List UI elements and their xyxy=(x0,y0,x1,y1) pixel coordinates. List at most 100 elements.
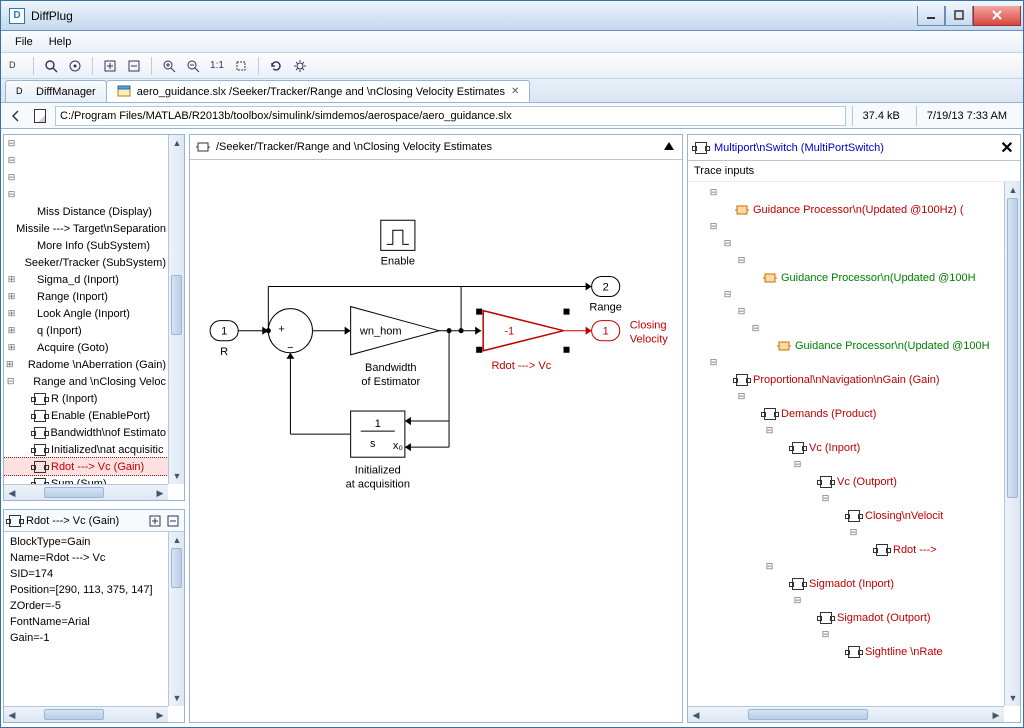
zoom-reset-icon[interactable]: 1:1 xyxy=(208,57,226,75)
menu-file[interactable]: File xyxy=(7,33,41,51)
minimize-button[interactable] xyxy=(917,6,945,26)
twisty-icon[interactable]: ⊟ xyxy=(6,376,15,387)
trace-item[interactable]: ⊟ xyxy=(688,592,1004,609)
model-tree[interactable]: ⊟⊟⊟⊟Miss Distance (Display)Missile ---> … xyxy=(4,135,168,484)
prop-row[interactable]: Name=Rdot ---> Vc xyxy=(4,550,168,566)
expand-icon[interactable] xyxy=(101,57,119,75)
tree-item[interactable]: R (Inport) xyxy=(4,390,168,407)
back-icon[interactable] xyxy=(7,107,25,125)
prop-row[interactable]: Gain=-1 xyxy=(4,630,168,646)
twisty-icon[interactable]: ⊟ xyxy=(708,187,719,198)
trace-item[interactable]: ⊟ xyxy=(688,252,1004,269)
trace-item[interactable]: Rdot ---> xyxy=(688,541,1004,558)
twisty-icon[interactable]: ⊟ xyxy=(6,138,17,149)
trace-tree[interactable]: ⊟ Guidance Processor\n(Updated @100Hz) ( ⊟… xyxy=(688,182,1004,706)
tree-item[interactable]: Enable (EnablePort) xyxy=(4,407,168,424)
prop-row[interactable]: ZOrder=-5 xyxy=(4,598,168,614)
menu-help[interactable]: Help xyxy=(41,33,80,51)
trace-item[interactable]: ⊟ xyxy=(688,490,1004,507)
tree-item[interactable]: ⊟ xyxy=(4,135,168,152)
tree-item[interactable]: Rdot ---> Vc (Gain) xyxy=(4,458,168,475)
app-home-icon[interactable]: D xyxy=(7,57,25,75)
twisty-icon[interactable]: ⊞ xyxy=(6,359,14,370)
trace-item[interactable]: Guidance Processor\n(Updated @100H xyxy=(688,337,1004,354)
close-button[interactable] xyxy=(973,6,1021,26)
trace-item[interactable]: ⊟ xyxy=(688,218,1004,235)
twisty-icon[interactable]: ⊟ xyxy=(750,323,761,334)
file-path[interactable]: C:/Program Files/MATLAB/R2013b/toolbox/s… xyxy=(55,106,846,126)
tree-item[interactable]: ⊟Range and \nClosing Veloc xyxy=(4,373,168,390)
twisty-icon[interactable]: ⊟ xyxy=(6,189,17,200)
tree-item[interactable]: Missile ---> Target\nSeparation xyxy=(4,220,168,237)
trace-item[interactable]: ⊟ xyxy=(688,320,1004,337)
trace-item[interactable]: Proportional\nNavigation\nGain (Gain) xyxy=(688,371,1004,388)
tab-diffmanager[interactable]: D DiffManager xyxy=(5,80,107,102)
trace-item[interactable]: Sigmadot (Inport) xyxy=(688,575,1004,592)
prop-row[interactable]: SID=174 xyxy=(4,566,168,582)
diagram-canvas[interactable]: Enable 1 R + − wn_ho xyxy=(190,160,682,722)
twisty-icon[interactable]: ⊟ xyxy=(820,493,831,504)
horizontal-scrollbar[interactable]: ◀▶ xyxy=(688,706,1004,722)
twisty-icon[interactable]: ⊞ xyxy=(6,342,17,353)
collapse-icon[interactable] xyxy=(166,514,180,528)
tree-item[interactable]: More Info (SubSystem) xyxy=(4,237,168,254)
prop-row[interactable]: BlockType=Gain xyxy=(4,534,168,550)
props-list[interactable]: BlockType=GainName=Rdot ---> VcSID=174Po… xyxy=(4,532,168,706)
twisty-icon[interactable]: ⊟ xyxy=(764,561,775,572)
trace-item[interactable]: Guidance Processor\n(Updated @100Hz) ( xyxy=(688,201,1004,218)
tab-model[interactable]: aero_guidance.slx /Seeker/Tracker/Range … xyxy=(106,80,531,102)
locate-icon[interactable] xyxy=(66,57,84,75)
trace-item[interactable]: Vc (Inport) xyxy=(688,439,1004,456)
close-icon[interactable]: ✕ xyxy=(1000,141,1014,155)
expand-icon[interactable] xyxy=(148,514,162,528)
twisty-icon[interactable]: ⊟ xyxy=(736,306,747,317)
twisty-icon[interactable]: ⊞ xyxy=(6,291,17,302)
tree-item[interactable]: ⊞Look Angle (Inport) xyxy=(4,305,168,322)
maximize-button[interactable] xyxy=(945,6,973,26)
search-icon[interactable] xyxy=(42,57,60,75)
twisty-icon[interactable]: ⊟ xyxy=(708,221,719,232)
twisty-icon[interactable]: ⊟ xyxy=(6,172,17,183)
trace-item[interactable]: Sigmadot (Outport) xyxy=(688,609,1004,626)
twisty-icon[interactable]: ⊟ xyxy=(792,459,803,470)
tree-item[interactable]: Sum (Sum) xyxy=(4,475,168,484)
vertical-scrollbar[interactable]: ▲▼ xyxy=(168,135,184,484)
trace-item[interactable]: Guidance Processor\n(Updated @100H xyxy=(688,269,1004,286)
tree-item[interactable]: ⊟ xyxy=(4,152,168,169)
fit-icon[interactable] xyxy=(232,57,250,75)
twisty-icon[interactable]: ⊟ xyxy=(764,425,775,436)
tree-item[interactable]: ⊟ xyxy=(4,186,168,203)
tree-item[interactable]: ⊞q (Inport) xyxy=(4,322,168,339)
tree-item[interactable]: Initialized\nat acquisitic xyxy=(4,441,168,458)
trace-item[interactable]: Closing\nVelocit xyxy=(688,507,1004,524)
twisty-icon[interactable]: ⊟ xyxy=(820,629,831,640)
refresh-icon[interactable] xyxy=(267,57,285,75)
twisty-icon[interactable]: ⊟ xyxy=(708,357,719,368)
twisty-icon[interactable]: ⊟ xyxy=(722,238,733,249)
horizontal-scrollbar[interactable]: ◀▶ xyxy=(4,706,168,722)
horizontal-scrollbar[interactable]: ◀▶ xyxy=(4,484,168,500)
twisty-icon[interactable]: ⊟ xyxy=(736,255,747,266)
trace-item[interactable]: ⊟ xyxy=(688,303,1004,320)
trace-item[interactable]: ⊟ xyxy=(688,422,1004,439)
twisty-icon[interactable]: ⊟ xyxy=(722,289,733,300)
trace-item[interactable]: Demands (Product) xyxy=(688,405,1004,422)
zoom-out-icon[interactable] xyxy=(184,57,202,75)
vertical-scrollbar[interactable]: ▲▼ xyxy=(168,532,184,706)
twisty-icon[interactable]: ⊞ xyxy=(6,325,17,336)
twisty-icon[interactable]: ⊟ xyxy=(792,595,803,606)
twisty-icon[interactable]: ⊞ xyxy=(6,274,17,285)
trace-item[interactable]: ⊟ xyxy=(688,286,1004,303)
trace-item[interactable]: ⊟ xyxy=(688,456,1004,473)
vertical-scrollbar[interactable]: ▲▼ xyxy=(1004,182,1020,706)
twisty-icon[interactable]: ⊟ xyxy=(848,527,859,538)
prop-row[interactable]: FontName=Arial xyxy=(4,614,168,630)
trace-item[interactable]: ⊟ xyxy=(688,558,1004,575)
trace-item[interactable]: Sightline \nRate xyxy=(688,643,1004,660)
tree-item[interactable]: Seeker/Tracker (SubSystem) xyxy=(4,254,168,271)
twisty-icon[interactable]: ⊞ xyxy=(6,308,17,319)
tree-item[interactable]: ⊟ xyxy=(4,169,168,186)
zoom-in-icon[interactable] xyxy=(160,57,178,75)
trace-item[interactable]: ⊟ xyxy=(688,354,1004,371)
trace-item[interactable]: ⊟ xyxy=(688,235,1004,252)
